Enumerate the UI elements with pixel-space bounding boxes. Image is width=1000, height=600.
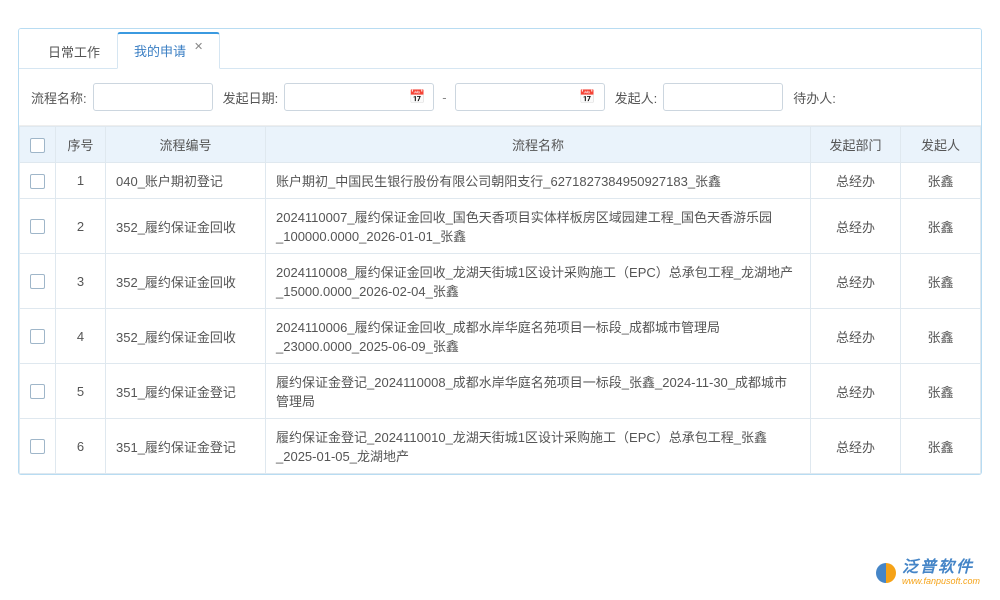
tab-label: 日常工作 [48,42,100,61]
table-row[interactable]: 2352_履约保证金回收2024110007_履约保证金回收_国色天香项目实体样… [20,199,981,254]
filter-process-name: 流程名称: [31,83,213,111]
cell-dept: 总经办 [811,419,901,474]
select-all-checkbox[interactable] [30,138,45,153]
row-checkbox[interactable] [30,219,45,234]
cell-seq: 3 [56,254,106,309]
watermark-text: 泛普软件 www.fanpusoft.com [902,560,980,586]
start-date-from-input[interactable]: 📅 [284,83,434,111]
cell-seq: 2 [56,199,106,254]
table-row[interactable]: 1040_账户期初登记账户期初_中国民生银行股份有限公司朝阳支行_6271827… [20,163,981,199]
col-header-name: 流程名称 [266,127,811,163]
main-panel: 日常工作 我的申请 ✕ 流程名称: 发起日期: 📅 - 📅 发起人: 待办人: [18,28,982,475]
logo-icon [876,563,896,583]
assignee-label: 待办人: [793,88,836,107]
col-header-person: 发起人 [901,127,981,163]
col-header-code: 流程编号 [106,127,266,163]
cell-code: 351_履约保证金登记 [106,419,266,474]
cell-seq: 6 [56,419,106,474]
cell-name: 履约保证金登记_2024110008_成都水岸华庭名苑项目一标段_张鑫_2024… [266,364,811,419]
cell-code: 351_履约保证金登记 [106,364,266,419]
row-checkbox[interactable] [30,384,45,399]
cell-dept: 总经办 [811,163,901,199]
filter-bar: 流程名称: 发起日期: 📅 - 📅 发起人: 待办人: [19,69,981,126]
data-table: 序号 流程编号 流程名称 发起部门 发起人 1040_账户期初登记账户期初_中国… [19,126,981,474]
cell-dept: 总经办 [811,199,901,254]
cell-person: 张鑫 [901,309,981,364]
table-row[interactable]: 6351_履约保证金登记履约保证金登记_2024110010_龙湖天街城1区设计… [20,419,981,474]
tab-bar: 日常工作 我的申请 ✕ [19,29,981,69]
process-name-label: 流程名称: [31,88,87,107]
table-row[interactable]: 3352_履约保证金回收2024110008_履约保证金回收_龙湖天街城1区设计… [20,254,981,309]
cell-person: 张鑫 [901,254,981,309]
table-header-row: 序号 流程编号 流程名称 发起部门 发起人 [20,127,981,163]
filter-initiator: 发起人: [615,83,784,111]
cell-code: 040_账户期初登记 [106,163,266,199]
cell-code: 352_履约保证金回收 [106,309,266,364]
cell-checkbox [20,199,56,254]
cell-dept: 总经办 [811,309,901,364]
start-date-label: 发起日期: [223,88,279,107]
watermark-en: www.fanpusoft.com [902,577,980,586]
tab-1[interactable]: 我的申请 ✕ [117,32,220,69]
cell-checkbox [20,419,56,474]
filter-start-date: 发起日期: 📅 - 📅 [223,83,605,111]
cell-dept: 总经办 [811,254,901,309]
initiator-input[interactable] [663,83,783,111]
cell-checkbox [20,163,56,199]
calendar-icon: 📅 [409,89,425,105]
initiator-label: 发起人: [615,88,658,107]
cell-checkbox [20,254,56,309]
tab-label: 我的申请 [134,41,186,60]
col-header-checkbox [20,127,56,163]
cell-person: 张鑫 [901,163,981,199]
cell-name: 2024110008_履约保证金回收_龙湖天街城1区设计采购施工（EPC）总承包… [266,254,811,309]
cell-seq: 4 [56,309,106,364]
col-header-dept: 发起部门 [811,127,901,163]
table-row[interactable]: 5351_履约保证金登记履约保证金登记_2024110008_成都水岸华庭名苑项… [20,364,981,419]
cell-name: 2024110007_履约保证金回收_国色天香项目实体样板房区域园建工程_国色天… [266,199,811,254]
cell-name: 2024110006_履约保证金回收_成都水岸华庭名苑项目一标段_成都城市管理局… [266,309,811,364]
table-row[interactable]: 4352_履约保证金回收2024110006_履约保证金回收_成都水岸华庭名苑项… [20,309,981,364]
watermark: 泛普软件 www.fanpusoft.com [876,560,980,586]
calendar-icon: 📅 [579,89,595,105]
cell-code: 352_履约保证金回收 [106,199,266,254]
row-checkbox[interactable] [30,439,45,454]
cell-dept: 总经办 [811,364,901,419]
table-scroll[interactable]: 序号 流程编号 流程名称 发起部门 发起人 1040_账户期初登记账户期初_中国… [19,126,981,474]
watermark-cn: 泛普软件 [902,560,980,577]
start-date-to-input[interactable]: 📅 [455,83,605,111]
cell-person: 张鑫 [901,364,981,419]
col-header-seq: 序号 [56,127,106,163]
row-checkbox[interactable] [30,174,45,189]
cell-person: 张鑫 [901,199,981,254]
cell-person: 张鑫 [901,419,981,474]
cell-seq: 1 [56,163,106,199]
cell-checkbox [20,364,56,419]
cell-checkbox [20,309,56,364]
cell-code: 352_履约保证金回收 [106,254,266,309]
row-checkbox[interactable] [30,329,45,344]
close-icon[interactable]: ✕ [194,40,203,53]
cell-name: 履约保证金登记_2024110010_龙湖天街城1区设计采购施工（EPC）总承包… [266,419,811,474]
cell-seq: 5 [56,364,106,419]
process-name-input[interactable] [93,83,213,111]
tab-0[interactable]: 日常工作 [31,34,117,69]
filter-assignee: 待办人: [793,88,836,107]
cell-name: 账户期初_中国民生银行股份有限公司朝阳支行_627182738495092718… [266,163,811,199]
row-checkbox[interactable] [30,274,45,289]
date-range-separator: - [440,90,448,105]
